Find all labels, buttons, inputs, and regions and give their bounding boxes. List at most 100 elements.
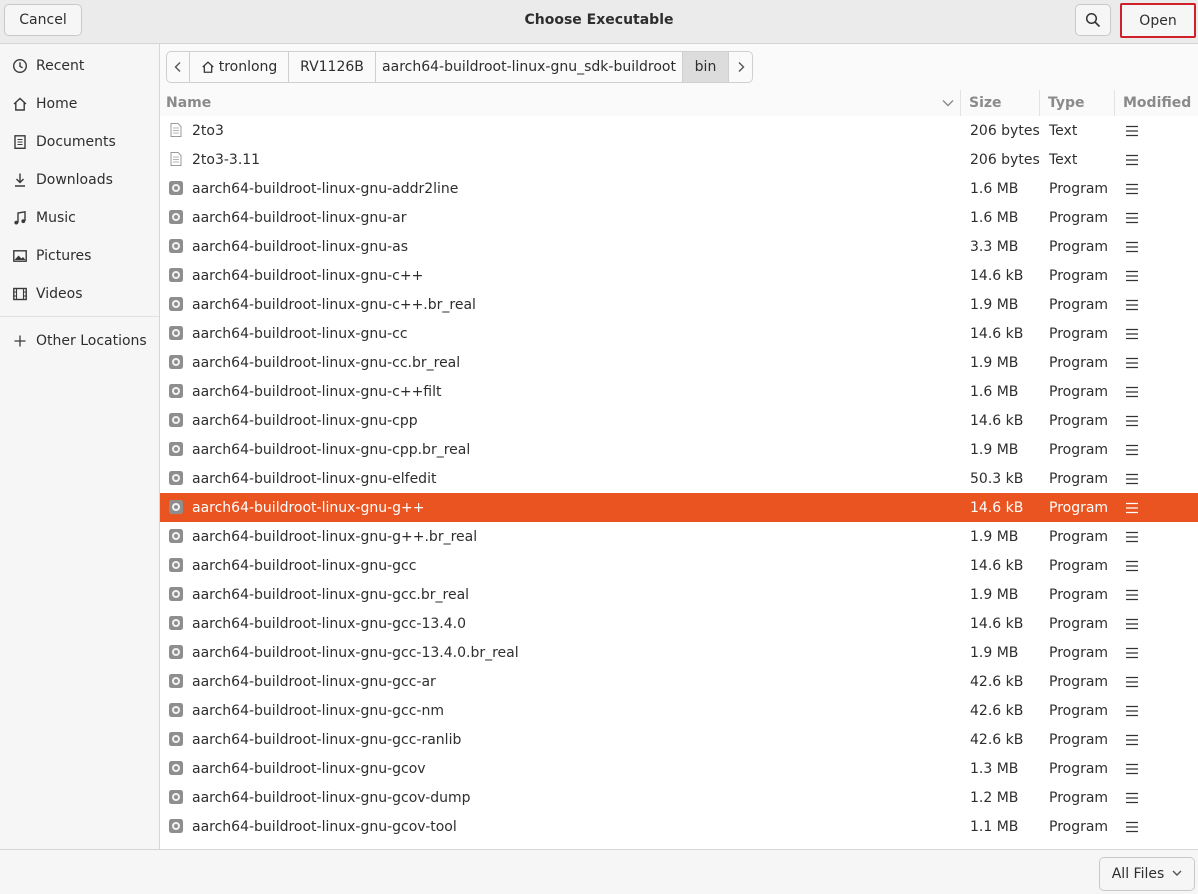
file-name: aarch64-buildroot-linux-gnu-elfedit <box>192 470 437 487</box>
file-type: Program <box>1049 499 1109 516</box>
table-row-selected[interactable]: aarch64-buildroot-linux-gnu-g++ 14.6 kB Pr… <box>160 493 1198 522</box>
path-segment-label: RV1126B <box>300 59 364 75</box>
table-row[interactable]: aarch64-buildroot-linux-gnu-addr2line 1.6… <box>160 174 1198 203</box>
path-segment[interactable]: RV1126B <box>289 51 376 83</box>
file-name: aarch64-buildroot-linux-gnu-gcc-ranlib <box>192 731 462 748</box>
type-column-header[interactable]: Type <box>1039 90 1114 116</box>
executable-file-icon <box>168 267 184 283</box>
table-row[interactable]: aarch64-buildroot-linux-gnu-ar 1.6 MB Prog… <box>160 203 1198 232</box>
sidebar-item-label: Documents <box>36 134 116 150</box>
file-name: aarch64-buildroot-linux-gnu-as <box>192 238 409 255</box>
executable-file-icon <box>168 180 184 196</box>
executable-file-icon <box>168 383 184 399</box>
file-type: Program <box>1049 180 1109 197</box>
path-segment-label: bin <box>694 59 717 75</box>
executable-file-icon <box>168 325 184 341</box>
file-size: 3.3 MB <box>970 238 1019 255</box>
column-label: Type <box>1048 95 1085 111</box>
table-row[interactable]: aarch64-buildroot-linux-gnu-as 3.3 MB Prog… <box>160 232 1198 261</box>
open-button[interactable]: Open <box>1120 3 1196 38</box>
file-size: 1.9 MB <box>970 586 1019 603</box>
file-filter-dropdown[interactable]: All Files <box>1099 857 1195 891</box>
table-row[interactable]: aarch64-buildroot-linux-gnu-c++ 14.6 kB Pr… <box>160 261 1198 290</box>
sidebar-item-pictures[interactable]: Pictures <box>0 237 159 275</box>
path-segment-home[interactable]: tronlong <box>190 51 289 83</box>
table-row[interactable]: aarch64-buildroot-linux-gnu-gcc-ranlib 42… <box>160 725 1198 754</box>
cancel-button[interactable]: Cancel <box>4 4 82 36</box>
table-row[interactable]: aarch64-buildroot-linux-gnu-gcov 1.3 MB Pr… <box>160 754 1198 783</box>
table-row[interactable]: aarch64-buildroot-linux-gnu-gcc-13.4.0 14… <box>160 609 1198 638</box>
home-icon <box>10 94 30 114</box>
name-column-header[interactable]: Name <box>166 90 960 116</box>
table-row[interactable]: aarch64-buildroot-linux-gnu-gcov-dump 1.2… <box>160 783 1198 812</box>
table-row[interactable]: aarch64-buildroot-linux-gnu-g++.br_real 1… <box>160 522 1198 551</box>
size-column-header[interactable]: Size <box>960 90 1039 116</box>
search-button[interactable] <box>1075 4 1111 36</box>
table-row[interactable]: aarch64-buildroot-linux-gnu-gcc.br_real 1… <box>160 580 1198 609</box>
file-size: 1.9 MB <box>970 441 1019 458</box>
table-row[interactable]: aarch64-buildroot-linux-gnu-gcc-ar 42.6 k… <box>160 667 1198 696</box>
table-row[interactable]: aarch64-buildroot-linux-gnu-gcc-13.4.0.b… <box>160 638 1198 667</box>
sidebar-item-videos[interactable]: Videos <box>0 275 159 313</box>
table-row[interactable]: aarch64-buildroot-linux-gnu-cpp.br_real 1… <box>160 435 1198 464</box>
table-row[interactable]: aarch64-buildroot-linux-gnu-elfedit 50.3 … <box>160 464 1198 493</box>
executable-file-icon <box>168 238 184 254</box>
file-type: Program <box>1049 615 1109 632</box>
file-name: 2to3-3.11 <box>192 151 261 168</box>
table-row[interactable]: 2to3-3.11 206 bytes Text <box>160 145 1198 174</box>
path-segment[interactable]: aarch64-buildroot-linux-gnu_sdk-buildroo… <box>376 51 683 83</box>
modified-menu-icon <box>1125 203 1139 232</box>
table-row[interactable]: aarch64-buildroot-linux-gnu-c++.br_real 1… <box>160 290 1198 319</box>
sidebar-item-music[interactable]: Music <box>0 199 159 237</box>
path-scroll-right-button[interactable] <box>729 51 753 83</box>
sidebar-item-label: Other Locations <box>36 333 147 349</box>
file-type: Program <box>1049 789 1109 806</box>
table-row[interactable]: aarch64-buildroot-linux-gnu-cpp 14.6 kB Pr… <box>160 406 1198 435</box>
table-row[interactable]: aarch64-buildroot-linux-gnu-gcc-nm 42.6 k… <box>160 696 1198 725</box>
file-name: aarch64-buildroot-linux-gnu-cpp.br_real <box>192 441 471 458</box>
modified-menu-icon <box>1125 696 1139 725</box>
file-list[interactable]: 2to3 206 bytes Text 2to3-3.11 206 bytes Text a… <box>160 116 1198 849</box>
file-name: aarch64-buildroot-linux-gnu-gcc-13.4.0 <box>192 615 466 632</box>
path-scroll-left-button[interactable] <box>166 51 190 83</box>
modified-menu-icon <box>1125 783 1139 812</box>
text-file-icon <box>168 122 184 138</box>
chevron-down-icon <box>1172 869 1182 880</box>
path-segment-current[interactable]: bin <box>683 51 729 83</box>
file-name: aarch64-buildroot-linux-gnu-cpp <box>192 412 418 429</box>
modified-menu-icon <box>1125 725 1139 754</box>
modified-menu-icon <box>1125 377 1139 406</box>
executable-file-icon <box>168 499 184 515</box>
sidebar-item-documents[interactable]: Documents <box>0 123 159 161</box>
file-size: 42.6 kB <box>970 673 1024 690</box>
modified-menu-icon <box>1125 551 1139 580</box>
file-type: Program <box>1049 325 1109 342</box>
sidebar-item-downloads[interactable]: Downloads <box>0 161 159 199</box>
executable-file-icon <box>168 296 184 312</box>
table-row[interactable]: 2to3 206 bytes Text <box>160 116 1198 145</box>
file-name: 2to3 <box>192 122 224 139</box>
file-type: Program <box>1049 818 1109 835</box>
sidebar-item-home[interactable]: Home <box>0 85 159 123</box>
download-icon <box>10 170 30 190</box>
sidebar-item-label: Pictures <box>36 248 92 264</box>
sidebar-item-label: Music <box>36 210 76 226</box>
table-row[interactable]: aarch64-buildroot-linux-gnu-gcov-tool 1.1… <box>160 812 1198 841</box>
table-row[interactable]: aarch64-buildroot-linux-gnu-cc 14.6 kB Pro… <box>160 319 1198 348</box>
file-size: 206 bytes <box>970 151 1040 168</box>
table-row[interactable]: aarch64-buildroot-linux-gnu-c++filt 1.6 M… <box>160 377 1198 406</box>
sidebar-item-other-locations[interactable]: Other Locations <box>0 322 159 360</box>
column-label: Size <box>969 95 1002 111</box>
file-type: Program <box>1049 209 1109 226</box>
executable-file-icon <box>168 702 184 718</box>
file-type: Program <box>1049 702 1109 719</box>
file-type: Text <box>1049 122 1078 139</box>
sidebar-item-recent[interactable]: Recent <box>0 47 159 85</box>
table-row[interactable]: aarch64-buildroot-linux-gnu-gcc 14.6 kB Pr… <box>160 551 1198 580</box>
table-row[interactable]: aarch64-buildroot-linux-gnu-cc.br_real 1.… <box>160 348 1198 377</box>
modified-column-header[interactable]: Modified <box>1114 90 1198 116</box>
file-name: aarch64-buildroot-linux-gnu-gcov-dump <box>192 789 471 806</box>
file-size: 1.6 MB <box>970 383 1019 400</box>
file-name: aarch64-buildroot-linux-gnu-c++ <box>192 267 424 284</box>
column-header: Name Size Type Modified <box>160 90 1198 116</box>
